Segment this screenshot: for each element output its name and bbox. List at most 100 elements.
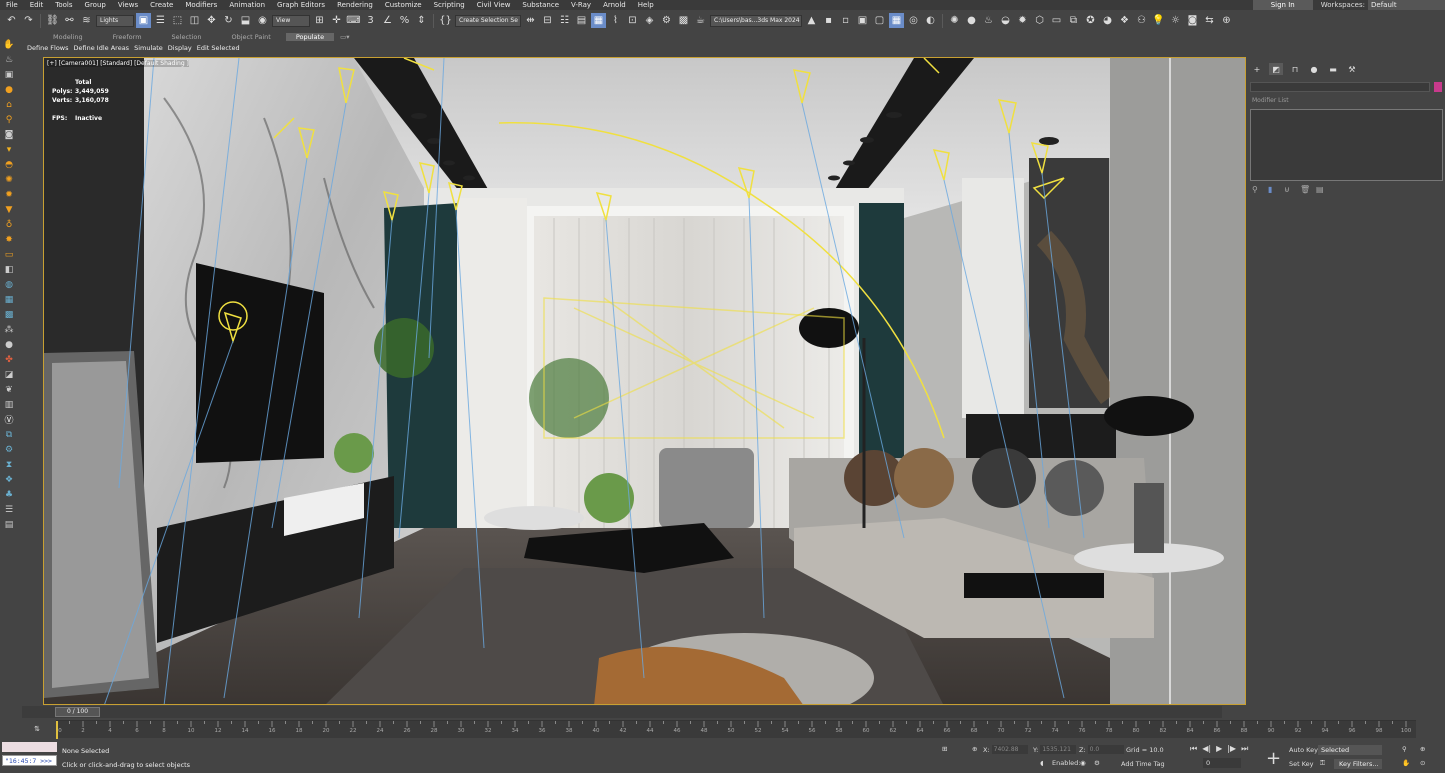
vray-proxy-icon[interactable]: ⬡ — [1032, 13, 1047, 28]
teapot-icon[interactable]: ♨ — [3, 53, 16, 66]
vray-light-icon[interactable]: ✺ — [947, 13, 962, 28]
vray-sphere-light-icon[interactable]: ● — [964, 13, 979, 28]
selection-filter-select[interactable]: Lights — [96, 14, 134, 27]
palette-icon[interactable]: ✤ — [3, 353, 16, 366]
angle-snap-icon[interactable]: ∠ — [380, 13, 395, 28]
spotlight-icon[interactable]: ▼ — [3, 203, 16, 216]
define-flows-button[interactable]: Define Flows — [27, 44, 69, 52]
vray-toolbar-icon[interactable]: ▢ — [872, 13, 887, 28]
mirror-icon[interactable]: ⇹ — [523, 13, 538, 28]
coord-x-field[interactable]: 7402.88 — [991, 745, 1028, 754]
vray-bulb-icon[interactable]: 💡 — [1151, 13, 1166, 28]
set-key-button[interactable]: Set Key — [1289, 760, 1314, 768]
rect-selection-icon[interactable]: ⬚ — [170, 13, 185, 28]
menu-scripting[interactable]: Scripting — [428, 0, 471, 10]
vray-ipr-icon[interactable]: ▣ — [855, 13, 870, 28]
menu-tools[interactable]: Tools — [49, 0, 78, 10]
ribbon-toggle-icon[interactable]: ▦ — [591, 13, 606, 28]
menu-customize[interactable]: Customize — [379, 0, 428, 10]
vray-settings-icon[interactable]: ☼ — [1168, 13, 1183, 28]
layers-icon[interactable]: ▥ — [3, 398, 16, 411]
plane-light-icon[interactable]: ▭ — [3, 248, 16, 261]
set-project-icon[interactable]: ▲ — [804, 13, 819, 28]
rotate-icon[interactable]: ↻ — [221, 13, 236, 28]
maxscript-mini-listener[interactable]: "16:45:7 >>> — [2, 755, 57, 766]
goto-start-icon[interactable]: ⏮ — [1190, 744, 1197, 754]
menu-create[interactable]: Create — [144, 0, 179, 10]
key-selection-dropdown[interactable]: Selected — [1318, 745, 1382, 755]
menu-help[interactable]: Help — [632, 0, 660, 10]
display-tab-icon[interactable]: ▬ — [1326, 63, 1340, 75]
menu-arnold[interactable]: Arnold — [597, 0, 632, 10]
pivot-icon[interactable]: ⊞ — [312, 13, 327, 28]
vray-material-icon[interactable]: ⚇ — [1134, 13, 1149, 28]
prev-frame-icon[interactable]: ◀| — [1202, 744, 1211, 754]
mesh-icon[interactable]: ▦ — [3, 293, 16, 306]
snaps-toggle-icon[interactable]: 3 — [363, 13, 378, 28]
layer-explorer-icon[interactable]: ☷ — [557, 13, 572, 28]
time-slider-thumb[interactable]: 0 / 100 — [55, 707, 100, 717]
vray-dome-light-icon[interactable]: ◒ — [998, 13, 1013, 28]
menu-civil-view[interactable]: Civil View — [471, 0, 517, 10]
absolute-mode-icon[interactable]: ⊕ — [972, 745, 977, 753]
move-icon[interactable]: ✥ — [204, 13, 219, 28]
menu-views[interactable]: Views — [112, 0, 144, 10]
rendered-frame-icon[interactable]: ▩ — [676, 13, 691, 28]
dome-icon[interactable]: ◓ — [3, 158, 16, 171]
clip-icon[interactable]: ⧉ — [3, 428, 16, 441]
play-icon[interactable]: ▶ — [1216, 744, 1222, 754]
globe-icon[interactable]: ◍ — [3, 278, 16, 291]
camera-viewport[interactable]: [+] [Camera001] [Standard] [Default Shad… — [43, 57, 1246, 705]
menu-group[interactable]: Group — [79, 0, 112, 10]
select-object-icon[interactable]: ▣ — [136, 13, 151, 28]
next-frame-icon[interactable]: |▶ — [1227, 744, 1236, 754]
project-folder-select[interactable]: C:\Users\bas...3ds Max 2024 — [710, 14, 802, 27]
grid-icon[interactable]: ▩ — [3, 308, 16, 321]
simulate-button[interactable]: Simulate — [134, 44, 163, 52]
motion-tab-icon[interactable]: ● — [1307, 63, 1321, 75]
keyboard-shortcut-icon[interactable]: ⌨ — [346, 13, 361, 28]
vray-v-icon[interactable]: Ⓥ — [3, 413, 16, 426]
vray-mesh-clipper-icon[interactable]: ◕ — [1100, 13, 1115, 28]
vray-toggle-icon[interactable]: ⇆ — [1202, 13, 1217, 28]
add-time-tag[interactable]: Add Time Tag — [1121, 760, 1165, 768]
ball-icon[interactable]: ● — [3, 338, 16, 351]
vray-decal-icon[interactable]: ✪ — [1083, 13, 1098, 28]
track-bar-config-icon[interactable]: ⇅ — [22, 720, 52, 738]
pan-icon[interactable]: ✋ — [1402, 759, 1410, 767]
viewport-label[interactable]: [+] [Camera001] [Standard] [Default Shad… — [47, 60, 189, 67]
link-icon[interactable]: ⛓ — [45, 13, 60, 28]
menu-substance[interactable]: Substance — [516, 0, 565, 10]
utilities-tab-icon[interactable]: ⚒ — [1345, 63, 1359, 75]
coord-z-field[interactable]: 0.0 — [1087, 745, 1124, 754]
scene-explorer-icon[interactable]: ▤ — [574, 13, 589, 28]
goto-end-icon[interactable]: ⏭ — [1241, 744, 1248, 754]
modifier-list-dropdown[interactable]: Modifier List — [1252, 97, 1289, 104]
ribbon-tab-populate[interactable]: Populate — [285, 33, 335, 41]
make-unique-icon[interactable]: ⊍ — [1284, 185, 1294, 195]
zoom-icon[interactable]: ⚲ — [1402, 745, 1407, 753]
vray-asset-icon[interactable]: ◎ — [906, 13, 921, 28]
sun-icon[interactable]: ✺ — [3, 173, 16, 186]
scatter-icon[interactable]: ❖ — [3, 473, 16, 486]
vray-frame-buffer-icon[interactable]: ▪ — [821, 13, 836, 28]
ribbon-tab-object-paint[interactable]: Object Paint — [217, 33, 286, 41]
menu-rendering[interactable]: Rendering — [331, 0, 379, 10]
vray-fur-icon[interactable]: ⧉ — [1066, 13, 1081, 28]
window-crossing-icon[interactable]: ◫ — [187, 13, 202, 28]
create-tab-icon[interactable]: + — [1250, 63, 1264, 75]
time-tag-icon[interactable]: ◖ — [1040, 759, 1043, 767]
modifier-stack[interactable] — [1250, 109, 1443, 181]
key-mode-icon[interactable]: + — [1266, 748, 1281, 769]
hat-icon[interactable]: ⌂ — [3, 98, 16, 111]
vray-misc-icon[interactable]: ⊕ — [1219, 13, 1234, 28]
unlink-icon[interactable]: ⚯ — [62, 13, 77, 28]
fur-icon[interactable]: ⧗ — [3, 458, 16, 471]
vray-ies-light-icon[interactable]: ♨ — [981, 13, 996, 28]
menu-edit[interactable]: Edit — [24, 0, 50, 10]
enabled-toggle-icon[interactable]: ◉ — [1080, 759, 1086, 767]
spinner-snap-icon[interactable]: ⇕ — [414, 13, 429, 28]
vray-scatter-icon[interactable]: ❖ — [1117, 13, 1132, 28]
render-icon[interactable]: ☕ — [693, 13, 708, 28]
ribbon-tab-freeform[interactable]: Freeform — [98, 33, 157, 41]
